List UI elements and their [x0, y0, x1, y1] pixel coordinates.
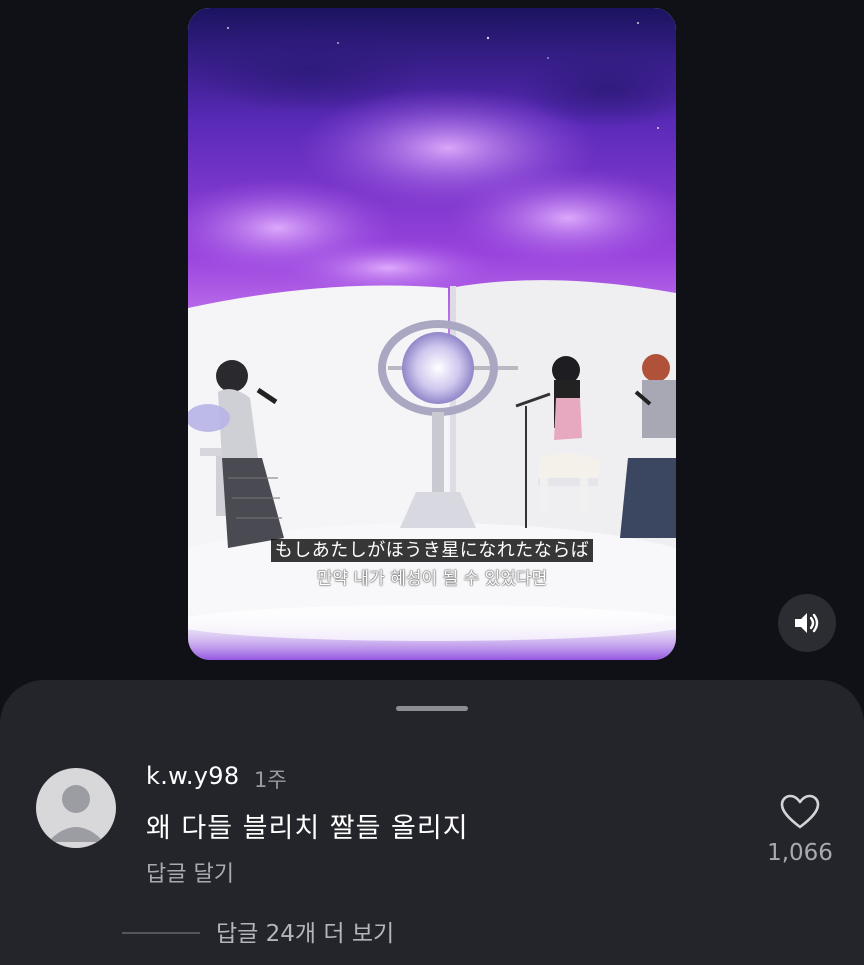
sheet-drag-handle[interactable] [396, 706, 468, 711]
video-player[interactable]: もしあたしがほうき星になれたならば 만약 내가 혜성이 될 수 있었다면 [188, 8, 676, 660]
heart-outline-icon[interactable] [780, 794, 820, 830]
reply-button[interactable]: 답글 달기 [146, 856, 234, 888]
comment-text: 왜 다들 블리치 짤들 올리지 [146, 813, 469, 844]
like-count: 1,066 [767, 840, 833, 866]
subtitle-korean: 만약 내가 혜성이 될 수 있었다면 [316, 569, 548, 589]
comment-username[interactable]: k.w.y98 [146, 762, 239, 790]
volume-button[interactable] [778, 594, 836, 652]
comments-sheet: k.w.y98 1주 왜 다들 블리치 짤들 올리지 답글 달기 1,066 답… [0, 680, 864, 965]
subtitle-japanese: もしあたしがほうき星になれたならば [188, 536, 676, 562]
video-frame [188, 8, 676, 660]
subtitle-japanese-text: もしあたしがほうき星になれたならば [270, 539, 594, 562]
comment-time: 1주 [254, 768, 287, 792]
default-avatar-icon[interactable] [36, 768, 116, 848]
speaker-icon [795, 613, 819, 633]
reels-screen: もしあたしがほうき星になれたならば 만약 내가 혜성이 될 수 있었다면 k.w… [0, 0, 864, 965]
replies-divider [122, 932, 200, 934]
view-more-replies-button[interactable]: 답글 24개 더 보기 [216, 914, 394, 948]
